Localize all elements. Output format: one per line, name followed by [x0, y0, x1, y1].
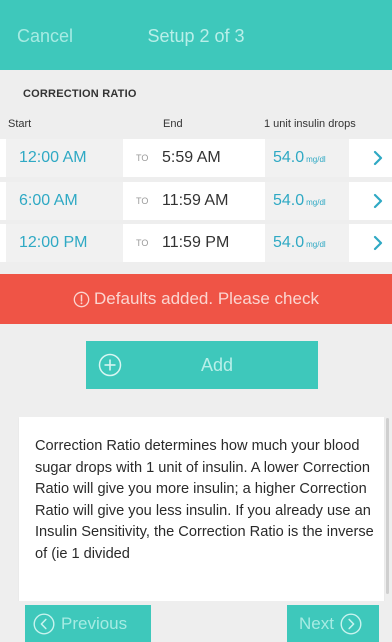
info-card: Correction Ratio determines how much you…	[19, 417, 384, 602]
column-header-end: End	[163, 118, 183, 130]
drop-value-number: 54.0	[273, 192, 305, 209]
drop-value-unit: mg/dl	[306, 240, 326, 249]
chevron-right-icon[interactable]	[370, 193, 386, 209]
section-title: CORRECTION RATIO	[23, 88, 137, 100]
chevron-right-icon[interactable]	[370, 235, 386, 251]
chevron-left-circle-icon	[33, 612, 55, 635]
start-time[interactable]: 12:00 AM	[6, 139, 123, 177]
to-label: TO	[136, 196, 149, 206]
next-label: Next	[299, 613, 334, 633]
chevron-right-icon[interactable]	[370, 150, 386, 166]
end-time[interactable]: 5:59 AM	[162, 139, 221, 177]
add-button[interactable]: Add	[86, 341, 318, 389]
drop-value[interactable]: 54.0 mg/dl	[265, 224, 349, 262]
drop-value-number: 54.0	[273, 149, 305, 166]
end-time[interactable]: 11:59 AM	[162, 182, 228, 220]
scrollbar[interactable]	[386, 418, 389, 594]
drop-value-number: 54.0	[273, 234, 305, 251]
start-time[interactable]: 6:00 AM	[6, 182, 123, 220]
previous-button[interactable]: Previous	[25, 605, 151, 642]
drop-value-unit: mg/dl	[306, 155, 326, 164]
alert-banner: Defaults added. Please check	[0, 274, 392, 324]
to-label: TO	[136, 153, 149, 163]
ratio-row[interactable]: 6:00 AM TO 11:59 AM 54.0 mg/dl	[0, 182, 392, 220]
alert-message: Defaults added. Please check	[94, 289, 319, 308]
header-bar: Cancel Setup 2 of 3	[0, 0, 392, 70]
info-text: Correction Ratio determines how much you…	[35, 438, 374, 562]
ratio-row[interactable]: 12:00 PM TO 11:59 PM 54.0 mg/dl	[0, 224, 392, 262]
add-button-label: Add	[200, 355, 234, 375]
start-time[interactable]: 12:00 PM	[6, 224, 123, 262]
previous-label: Previous	[61, 613, 128, 633]
alert-circle-icon	[73, 291, 90, 307]
chevron-right-circle-icon	[340, 612, 362, 635]
next-button[interactable]: Next	[287, 605, 379, 642]
footer-bar: Previous Next	[0, 601, 392, 642]
column-headers: Start End 1 unit insulin drops	[0, 118, 392, 134]
ratio-row[interactable]: 12:00 AM TO 5:59 AM 54.0 mg/dl	[0, 139, 392, 177]
column-header-start: Start	[8, 118, 32, 130]
to-label: TO	[136, 238, 149, 248]
drop-value[interactable]: 54.0 mg/dl	[265, 182, 349, 220]
column-header-drops: 1 unit insulin drops	[264, 118, 356, 130]
drop-value-unit: mg/dl	[306, 198, 326, 207]
page-title: Setup 2 of 3	[147, 26, 245, 46]
end-time[interactable]: 11:59 PM	[162, 224, 229, 262]
drop-value[interactable]: 54.0 mg/dl	[265, 139, 349, 177]
